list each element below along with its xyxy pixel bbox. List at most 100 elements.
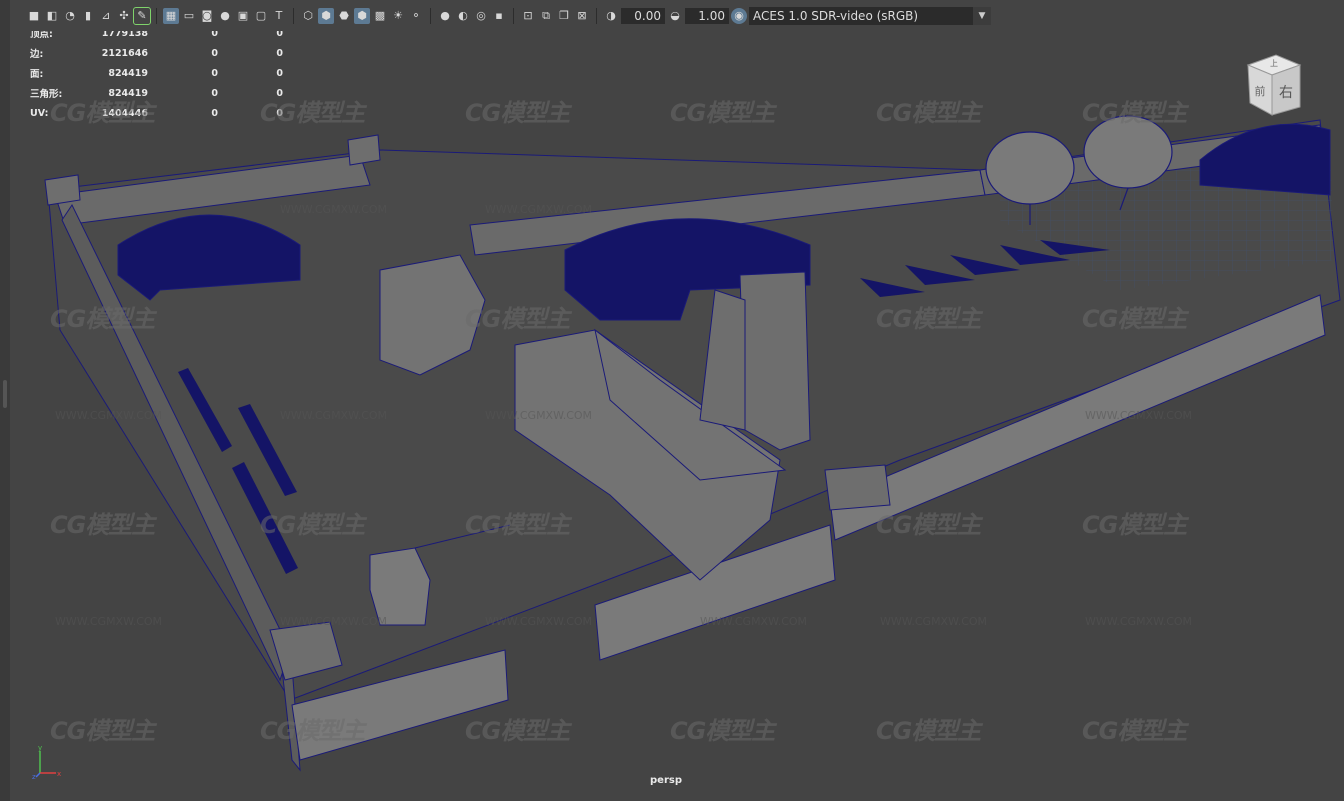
camera-select-icon[interactable]: ■ bbox=[26, 8, 42, 24]
exposure-field[interactable]: 0.00 bbox=[621, 7, 665, 24]
color-space-value: ACES 1.0 SDR-video (sRGB) bbox=[753, 8, 919, 23]
panel-toolbar: ■ ◧ ◔ ▮ ⊿ ✣ ✎ ▦ ▭ ◙ ● ▣ ▢ T ⬡ ⬢ ⬣ ⬢ ▩ ☀ … bbox=[10, 0, 1344, 31]
watermark-url: WWW.CGMXW.COM bbox=[1085, 615, 1193, 628]
view-cube-front-label: 前 bbox=[1255, 84, 1266, 98]
watermark-logo: CG模型主 bbox=[1082, 717, 1187, 745]
wireframe-icon[interactable]: ⬡ bbox=[300, 8, 316, 24]
watermark-logo: CG模型主 bbox=[876, 717, 981, 745]
depth-of-field-icon[interactable]: ◎ bbox=[473, 8, 489, 24]
y-axis-label: y bbox=[38, 744, 42, 752]
hud-value: 2121646 bbox=[101, 47, 148, 59]
color-space-dropdown[interactable]: ACES 1.0 SDR-video (sRGB) ▼ bbox=[749, 6, 991, 25]
panel-grip[interactable] bbox=[3, 380, 7, 408]
grease-pencil-icon[interactable]: ✎ bbox=[133, 6, 151, 25]
safe-action-icon[interactable]: ▢ bbox=[253, 8, 269, 24]
watermark-url: WWW.CGMXW.COM bbox=[700, 615, 808, 628]
toolbar-separator bbox=[293, 7, 294, 24]
hud-row-faces: 面: 824419 0 0 bbox=[30, 63, 283, 83]
watermark-logo: CG模型主 bbox=[465, 511, 570, 539]
watermark-logo: CG模型主 bbox=[50, 305, 155, 333]
watermark-url: WWW.CGMXW.COM bbox=[1085, 409, 1193, 422]
watermark-url: WWW.CGMXW.COM bbox=[880, 615, 988, 628]
film-gate-icon[interactable]: ▭ bbox=[181, 8, 197, 24]
shadows-icon[interactable]: ☀ bbox=[390, 8, 406, 24]
hud-value: 0 bbox=[211, 47, 218, 59]
watermark-logo: CG模型主 bbox=[50, 717, 155, 745]
watermark-logo: CG模型主 bbox=[876, 305, 981, 333]
resolution-gate-icon[interactable]: ◙ bbox=[199, 8, 215, 24]
gamma-field[interactable]: 1.00 bbox=[685, 7, 729, 24]
hud-label: 边: bbox=[30, 49, 44, 60]
chevron-down-icon[interactable]: ▼ bbox=[973, 6, 991, 25]
watermark-logo: CG模型主 bbox=[465, 99, 570, 127]
gamma-icon[interactable]: ◒ bbox=[667, 8, 683, 24]
backface-culling-icon[interactable]: ❐ bbox=[556, 8, 572, 24]
color-management-icon[interactable]: ◉ bbox=[731, 7, 747, 24]
watermark-logo: CG模型主 bbox=[465, 717, 570, 745]
toolbar-separator bbox=[430, 7, 431, 24]
watermark-url: WWW.CGMXW.COM bbox=[55, 615, 163, 628]
camera-attribute-icon[interactable]: ◧ bbox=[44, 8, 60, 24]
camera-name-label: persp bbox=[650, 775, 682, 786]
watermark-logo: CG模型主 bbox=[1082, 511, 1187, 539]
use-all-lights-icon[interactable]: ▩ bbox=[372, 8, 388, 24]
watermark-url: WWW.CGMXW.COM bbox=[280, 203, 388, 216]
motion-blur-icon[interactable]: ● bbox=[437, 8, 453, 24]
bookmark-icon[interactable]: ▮ bbox=[80, 8, 96, 24]
perspective-viewport[interactable]: 顶点: 1779138 0 0 边: 2121646 0 0 面: 824419… bbox=[10, 31, 1344, 801]
watermark-logo: CG模型主 bbox=[260, 99, 365, 127]
grid-icon[interactable]: ▦ bbox=[163, 7, 179, 24]
screen-space-ao-icon[interactable]: ⚬ bbox=[408, 8, 424, 24]
maya-viewport-window: ■ ◧ ◔ ▮ ⊿ ✣ ✎ ▦ ▭ ◙ ● ▣ ▢ T ⬡ ⬢ ⬣ ⬢ ▩ ☀ … bbox=[0, 0, 1344, 801]
view-cube-right-label: 右 bbox=[1279, 85, 1293, 101]
safe-title-icon[interactable]: T bbox=[271, 8, 287, 24]
watermark-url: WWW.CGMXW.COM bbox=[280, 409, 388, 422]
hud-value: 824419 bbox=[108, 67, 148, 79]
view-cube[interactable]: 上 前 右 bbox=[1238, 51, 1308, 123]
x-axis-label: x bbox=[57, 770, 61, 778]
textured-icon[interactable]: ⬢ bbox=[354, 7, 370, 24]
hud-value: 0 bbox=[211, 31, 218, 39]
hud-value: 0 bbox=[211, 87, 218, 99]
hud-row-edges: 边: 2121646 0 0 bbox=[30, 43, 283, 63]
camera-tool-icon[interactable]: ◔ bbox=[62, 8, 78, 24]
image-plane-icon[interactable]: ⊿ bbox=[98, 8, 114, 24]
watermark-url: WWW.CGMXW.COM bbox=[485, 615, 593, 628]
toolbar-separator bbox=[156, 7, 157, 24]
multisample-aa-icon[interactable]: ◐ bbox=[455, 8, 471, 24]
view-cube-top-label: 上 bbox=[1270, 59, 1278, 68]
hud-value: 0 bbox=[276, 31, 283, 39]
watermark-logo: CG模型主 bbox=[260, 511, 365, 539]
watermark-url: WWW.CGMXW.COM bbox=[485, 409, 593, 422]
wireframe-on-shaded-icon[interactable]: ⬣ bbox=[336, 8, 352, 24]
smooth-shade-icon[interactable]: ⬢ bbox=[318, 7, 334, 24]
watermark-url: WWW.CGMXW.COM bbox=[280, 615, 388, 628]
control-tower bbox=[699, 271, 811, 451]
watermark-logo: CG模型主 bbox=[465, 305, 570, 333]
z-axis-label: z bbox=[32, 773, 36, 779]
hud-value: 0 bbox=[276, 67, 283, 79]
watermark-logo: CG模型主 bbox=[1082, 99, 1187, 127]
watermark-logo: CG模型主 bbox=[876, 99, 981, 127]
gate-mask-icon[interactable]: ● bbox=[217, 8, 233, 24]
isolate-select-icon[interactable]: ▪ bbox=[491, 8, 507, 24]
watermark-logo: CG模型主 bbox=[876, 511, 981, 539]
toolbar-separator bbox=[513, 7, 514, 24]
axis-gizmo: y x z bbox=[32, 744, 61, 779]
watermark-logo: CG模型主 bbox=[260, 717, 365, 745]
xray-joints-icon[interactable]: ⧉ bbox=[538, 8, 554, 24]
exposure-icon[interactable]: ◑ bbox=[603, 8, 619, 24]
watermark-url: WWW.CGMXW.COM bbox=[485, 203, 593, 216]
pivot-icon[interactable]: ✣ bbox=[116, 8, 132, 24]
xray-icon[interactable]: ⊡ bbox=[520, 8, 536, 24]
hud-row-vertices: 顶点: 1779138 0 0 bbox=[30, 31, 283, 43]
xray-active-icon[interactable]: ⊠ bbox=[574, 8, 590, 24]
watermark-logo: CG模型主 bbox=[50, 511, 155, 539]
hud-value: 1779138 bbox=[101, 31, 148, 39]
watermark-url: WWW.CGMXW.COM bbox=[55, 409, 163, 422]
watermark-logo: CG模型主 bbox=[50, 99, 155, 127]
watermark-logo: CG模型主 bbox=[1082, 305, 1187, 333]
hud-value: 0 bbox=[276, 47, 283, 59]
hud-label: 面: bbox=[30, 69, 44, 80]
field-chart-icon[interactable]: ▣ bbox=[235, 8, 251, 24]
